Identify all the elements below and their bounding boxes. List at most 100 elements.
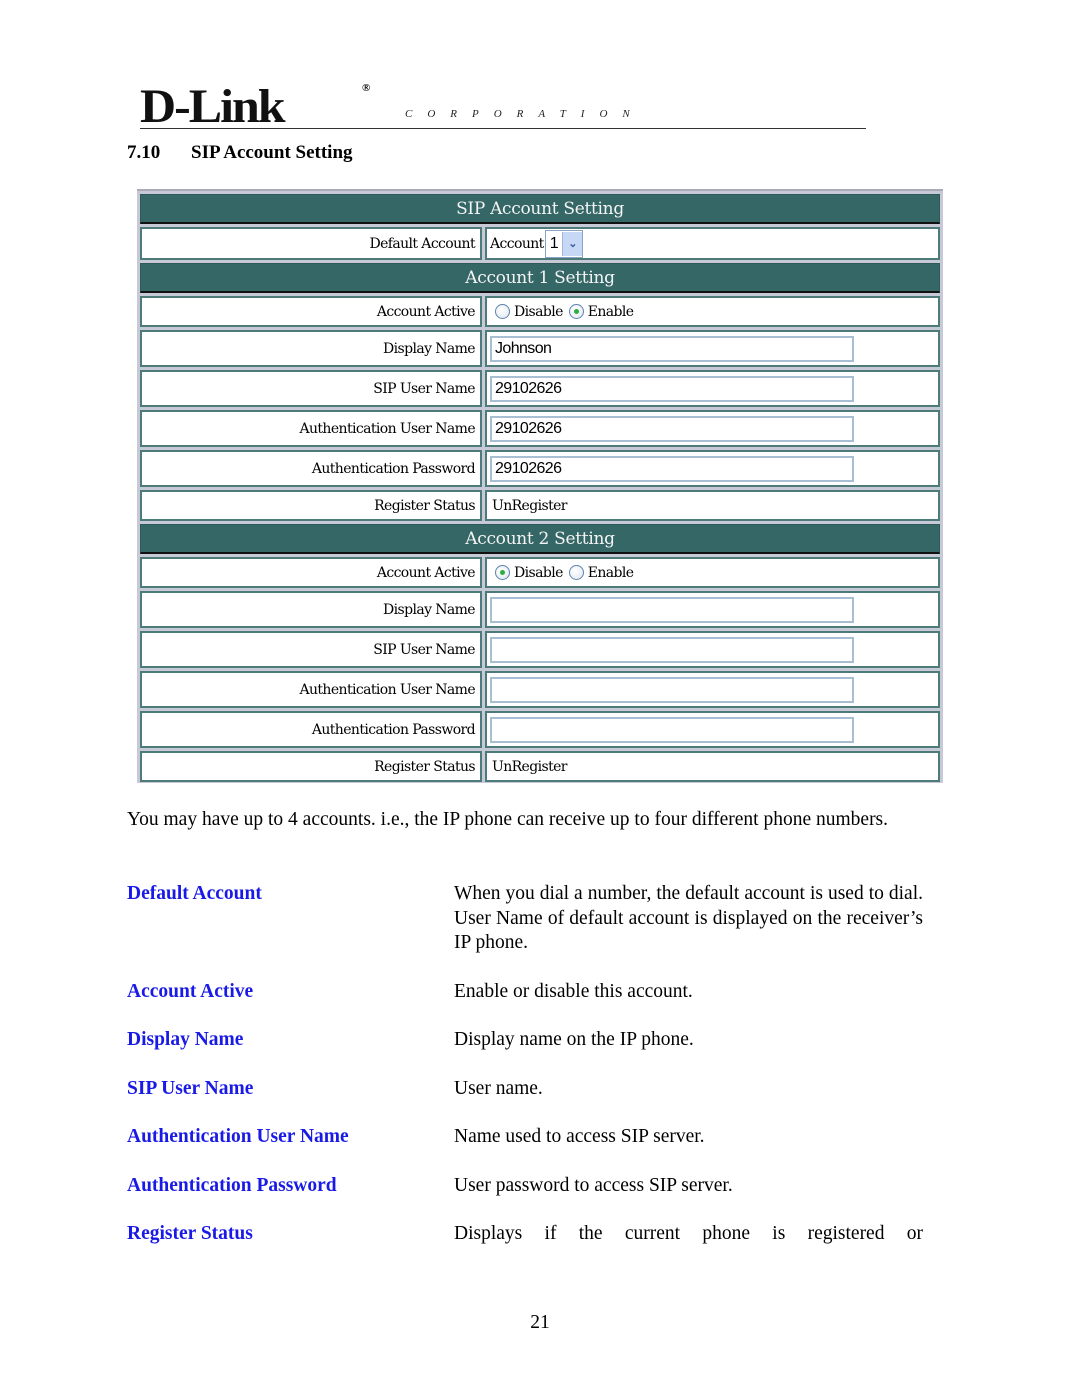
account-2-header: Account 2 Setting bbox=[140, 524, 940, 554]
account-1-auth-user-row: Authentication User Name 29102626 bbox=[140, 410, 940, 447]
definition-desc: Enable or disable this account. bbox=[454, 980, 693, 1002]
definition-term: Authentication User Name bbox=[127, 1126, 349, 1147]
definition-desc: User name. bbox=[454, 1077, 543, 1099]
field-label: SIP User Name bbox=[140, 631, 482, 668]
radio-label: Disable bbox=[514, 303, 563, 320]
account-2-display-name-row: Display Name bbox=[140, 591, 940, 628]
section-title: SIP Account Setting bbox=[191, 142, 353, 163]
account-1-auth-password-input[interactable]: 29102626 bbox=[490, 455, 854, 482]
chevron-down-icon[interactable]: ⌄ bbox=[562, 231, 582, 256]
logo-text: D-Link bbox=[140, 79, 286, 133]
account-1-register-status-row: Register Status UnRegister bbox=[140, 490, 940, 521]
definition-term: Register Status bbox=[127, 1223, 253, 1244]
account-2-disable-radio[interactable]: Disable bbox=[495, 565, 563, 581]
field-cell bbox=[485, 591, 940, 628]
account-2-sip-user-input[interactable] bbox=[490, 636, 854, 663]
sip-account-setting-panel: SIP Account Setting Default Account Acco… bbox=[137, 189, 943, 783]
account-1-disable-radio[interactable]: Disable bbox=[495, 304, 563, 320]
account-active-options: Disable Enable bbox=[485, 296, 940, 327]
field-cell bbox=[485, 671, 940, 708]
definitions-list: Default Account When you dial a number, … bbox=[127, 882, 927, 1247]
account-1-sip-user-input[interactable]: 29102626 bbox=[490, 375, 854, 402]
default-account-label: Default Account bbox=[140, 227, 482, 260]
register-status-value: UnRegister bbox=[492, 758, 567, 775]
register-status-label: Register Status bbox=[140, 490, 482, 521]
field-cell: Johnson bbox=[485, 330, 940, 367]
account-2-register-status-row: Register Status UnRegister bbox=[140, 751, 940, 782]
field-label: Authentication Password bbox=[140, 711, 482, 748]
definition-desc: Display name on the IP phone. bbox=[454, 1029, 694, 1050]
radio-unchecked-icon[interactable] bbox=[568, 565, 584, 580]
radio-checked-icon[interactable] bbox=[495, 565, 510, 580]
definition-item: Default Account When you dial a number, … bbox=[127, 882, 927, 956]
account-1-auth-password-row: Authentication Password 29102626 bbox=[140, 450, 940, 487]
account-2-active-row: Account Active Disable Enable bbox=[140, 557, 940, 588]
field-label: Authentication Password bbox=[140, 450, 482, 487]
account-2-auth-password-row: Authentication Password bbox=[140, 711, 940, 748]
section-number: 7.10 bbox=[127, 142, 161, 163]
account-2-auth-user-input[interactable] bbox=[490, 676, 854, 703]
definition-item: Display Name Display name on the IP phon… bbox=[127, 1028, 927, 1053]
field-cell: UnRegister bbox=[485, 490, 940, 521]
radio-label: Enable bbox=[587, 564, 634, 581]
definition-item: Register Status Displays if the current … bbox=[127, 1222, 927, 1247]
register-status-value: UnRegister bbox=[492, 497, 567, 514]
field-cell: 29102626 bbox=[485, 450, 940, 487]
radio-checked-icon[interactable] bbox=[568, 304, 584, 319]
radio-label: Disable bbox=[514, 564, 563, 581]
definition-desc: Displays if the current phone is registe… bbox=[454, 1223, 923, 1244]
account-1-display-name-row: Display Name Johnson bbox=[140, 330, 940, 367]
default-account-row: Default Account Account 1 ⌄ bbox=[140, 227, 940, 260]
definition-item: SIP User Name User name. bbox=[127, 1077, 927, 1102]
field-cell bbox=[485, 631, 940, 668]
account-active-label: Account Active bbox=[140, 296, 482, 327]
field-cell: 29102626 bbox=[485, 410, 940, 447]
field-cell bbox=[485, 711, 940, 748]
radio-unchecked-icon[interactable] bbox=[495, 304, 510, 319]
header-rule bbox=[140, 128, 866, 129]
definition-term: Default Account bbox=[127, 883, 262, 904]
account-1-auth-user-input[interactable]: 29102626 bbox=[490, 415, 854, 442]
field-label: SIP User Name bbox=[140, 370, 482, 407]
field-label: Display Name bbox=[140, 330, 482, 367]
account-1-header: Account 1 Setting bbox=[140, 263, 940, 293]
intro-paragraph: You may have up to 4 accounts. i.e., the… bbox=[127, 809, 889, 830]
definition-item: Authentication Password User password to… bbox=[127, 1174, 927, 1199]
radio-label: Enable bbox=[587, 303, 634, 320]
account-2-auth-password-input[interactable] bbox=[490, 716, 854, 743]
definition-term: Display Name bbox=[127, 1029, 244, 1050]
default-account-selected: 1 bbox=[549, 234, 559, 252]
registered-mark: ® bbox=[362, 82, 371, 94]
dlink-logo: D-Link ® bbox=[140, 79, 370, 133]
definition-desc: When you dial a number, the default acco… bbox=[454, 883, 923, 953]
definition-desc: Name used to access SIP server. bbox=[454, 1126, 705, 1147]
section-heading: 7.10 SIP Account Setting bbox=[127, 142, 353, 164]
definition-item: Authentication User Name Name used to ac… bbox=[127, 1125, 927, 1150]
account-1-sip-user-row: SIP User Name 29102626 bbox=[140, 370, 940, 407]
field-label: Authentication User Name bbox=[140, 671, 482, 708]
definition-term: Authentication Password bbox=[127, 1174, 337, 1196]
account-2-auth-user-row: Authentication User Name bbox=[140, 671, 940, 708]
field-cell: UnRegister bbox=[485, 751, 940, 782]
account-active-label: Account Active bbox=[140, 557, 482, 588]
account-1-active-row: Account Active Disable Enable bbox=[140, 296, 940, 327]
definition-item: Account Active Enable or disable this ac… bbox=[127, 980, 927, 1005]
page-number: 21 bbox=[530, 1312, 550, 1333]
account-active-options: Disable Enable bbox=[485, 557, 940, 588]
logo-corporation: CORPORATION bbox=[405, 108, 645, 120]
register-status-label: Register Status bbox=[140, 751, 482, 782]
account-1-enable-radio[interactable]: Enable bbox=[568, 303, 634, 320]
default-account-select[interactable]: 1 ⌄ bbox=[544, 229, 583, 258]
definition-term: SIP User Name bbox=[127, 1077, 254, 1099]
field-label: Display Name bbox=[140, 591, 482, 628]
definition-term: Account Active bbox=[127, 980, 254, 1002]
account-2-sip-user-row: SIP User Name bbox=[140, 631, 940, 668]
default-account-value: Account 1 ⌄ bbox=[485, 227, 940, 260]
account-1-display-name-input[interactable]: Johnson bbox=[490, 335, 854, 362]
account-2-display-name-input[interactable] bbox=[490, 596, 854, 623]
definition-desc: User password to access SIP server. bbox=[454, 1174, 733, 1196]
account-2-enable-radio[interactable]: Enable bbox=[568, 564, 634, 581]
panel-title: SIP Account Setting bbox=[140, 194, 940, 224]
field-label: Authentication User Name bbox=[140, 410, 482, 447]
default-account-prefix: Account bbox=[490, 235, 544, 252]
